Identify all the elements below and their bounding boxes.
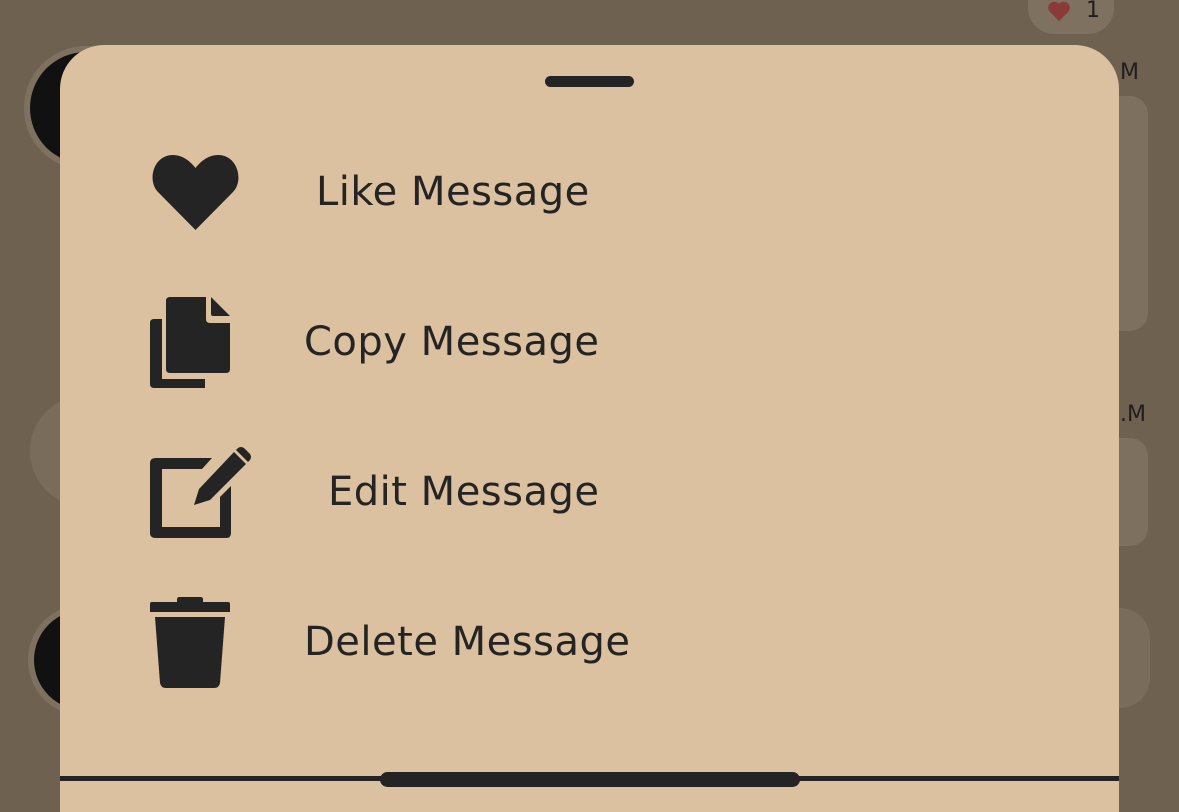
trash-icon: [150, 597, 230, 688]
like-message-button[interactable]: Like Message: [60, 133, 1119, 253]
background-reaction-count: 1: [1086, 0, 1100, 23]
edit-message-button[interactable]: Edit Message: [60, 433, 1119, 553]
background-timestamp: M: [1120, 60, 1139, 85]
delete-message-label: Delete Message: [304, 619, 631, 665]
copy-message-label: Copy Message: [304, 319, 600, 365]
delete-message-button[interactable]: Delete Message: [60, 583, 1119, 703]
copy-icon: [150, 297, 230, 388]
like-message-label: Like Message: [316, 169, 590, 215]
edit-message-label: Edit Message: [328, 469, 600, 515]
background-timestamp: .M: [1120, 402, 1146, 427]
heart-icon: [152, 155, 239, 230]
background-reaction-badge: 1: [1028, 0, 1114, 34]
message-actions-sheet: Like Message Copy Message Edit Message D…: [60, 45, 1119, 812]
edit-icon: [150, 447, 251, 538]
sheet-drag-handle[interactable]: [545, 76, 634, 87]
copy-message-button[interactable]: Copy Message: [60, 283, 1119, 403]
home-indicator[interactable]: [380, 772, 800, 787]
heart-icon: [1048, 1, 1070, 21]
